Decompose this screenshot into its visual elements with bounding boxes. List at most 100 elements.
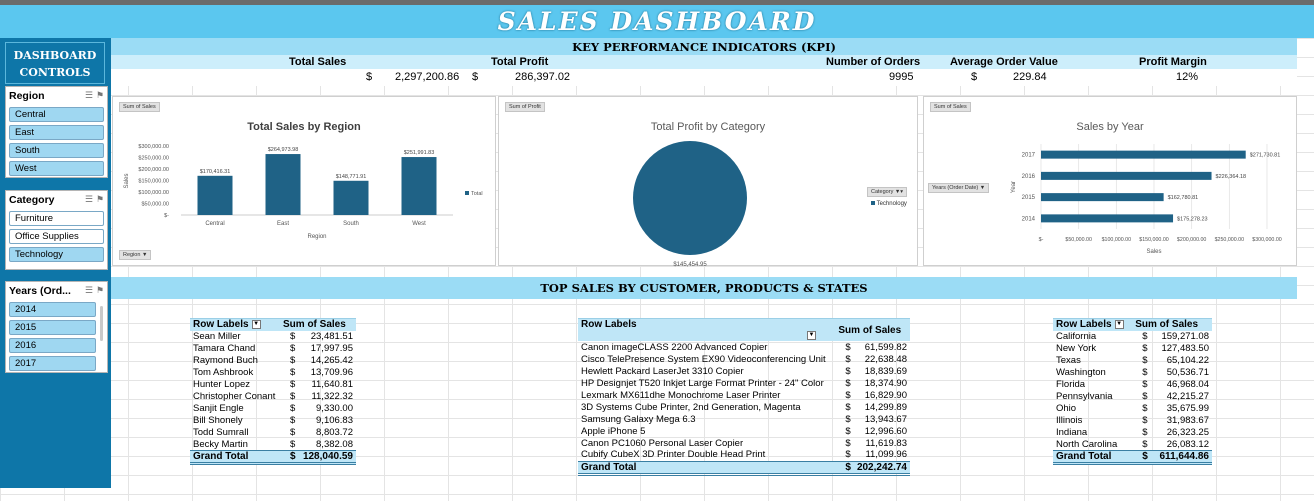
table-row[interactable]: Illinois $31,983.67 [1053,415,1212,427]
sales-value: 14,299.89 [864,401,907,413]
table-row[interactable]: Tamara Chand $17,997.95 [190,343,356,355]
kpi-header-aov: Average Order Value [950,56,1058,68]
slicer-item-west[interactable]: West [9,161,104,176]
y-tick-label: $100,000.00 [138,190,169,196]
table-row[interactable]: HP Designjet T520 Inkjet Large Format Pr… [578,377,910,389]
top-sales-title-bar: TOP SALES BY CUSTOMER, PRODUCTS & STATES [111,277,1297,299]
currency-symbol: $ [1142,403,1148,414]
slicer-item-central[interactable]: Central [9,107,104,122]
currency-symbol: $ [290,343,296,354]
years-slicer-scrollbar[interactable] [100,306,103,341]
clear-filter-icon[interactable]: ⚑ [96,90,104,101]
col-label: Row Labels [581,319,637,330]
table-row[interactable]: Washington $50,536.71 [1053,367,1212,379]
currency-symbol: $ [290,331,296,342]
top-states-pivot-table: Row Labels ▼ Sum of Sales California $159,… [1053,318,1212,465]
top-customers-pivot-table: Row Labels ▼ Sum of Sales Sean Miller $23,… [190,318,356,465]
table-row[interactable]: Florida $46,968.04 [1053,379,1212,391]
pivot-col-row-labels[interactable]: Row Labels ▼ [578,318,836,341]
table-row[interactable]: Becky Martin $8,382.08 [190,439,356,451]
currency-symbol: $ [290,427,296,438]
table-row[interactable]: Tom Ashbrook $13,709.96 [190,367,356,379]
table-row[interactable]: Samsung Galaxy Mega 6.3 $13,943.67 [578,413,910,425]
kpi-header-orders: Number of Orders [826,56,921,68]
kpi-total-sales-value: 2,297,200.86 [395,71,460,83]
x-tick-label: $250,000.00 [1215,237,1245,243]
slicer-item-technology[interactable]: Technology [9,247,104,262]
slicer-item-office-supplies[interactable]: Office Supplies [9,229,104,244]
x-tick-label: $200,000.00 [1177,237,1207,243]
filter-dropdown-icon[interactable]: ▼ [251,320,261,330]
x-tick-label: Central [205,221,224,227]
table-row[interactable]: Lexmark MX611dhe Monochrome Laser Printe… [578,389,910,401]
row-label: Canon PC1060 Personal Laser Copier [581,437,744,449]
table-row[interactable]: Sean Miller $23,481.51 [190,331,356,343]
table-row[interactable]: Texas $65,104.22 [1053,355,1212,367]
table-row[interactable]: Todd Sumrall $8,803.72 [190,427,356,439]
category-filter-button[interactable]: Category ▼▾ [867,187,908,197]
kpi-header-row: Total Sales Total Profit Number of Order… [111,55,1297,69]
slicer-item-2015[interactable]: 2015 [9,320,96,335]
top-sales-title: TOP SALES BY CUSTOMER, PRODUCTS & STATES [540,281,868,295]
table-row[interactable]: Apple iPhone 5 $12,996.60 [578,425,910,437]
years-filter-button[interactable]: Years (Order Date) ▼ [928,183,990,193]
region-filter-button[interactable]: Region ▼ [119,250,152,260]
filter-dropdown-icon[interactable]: ▼ [807,330,816,340]
sales-by-region-chart[interactable]: Sum of Sales Total Sales by Region $300,… [112,96,496,266]
grand-total-currency: $ [1132,450,1153,465]
multi-select-icon[interactable]: ☰ [85,285,93,296]
currency-symbol: $ [845,413,851,425]
slicer-item-2016[interactable]: 2016 [9,338,96,353]
clear-filter-icon[interactable]: ⚑ [96,194,104,205]
pivot-col-row-labels[interactable]: Row Labels▼ [1053,318,1133,331]
table-row[interactable]: Christopher Conant $11,322.32 [190,391,356,403]
table-row[interactable]: 3D Systems Cube Printer, 2nd Generation,… [578,401,910,413]
pie-slice-technology [633,141,747,255]
kpi-profit-currency: $ [472,71,479,83]
profit-by-category-chart[interactable]: Sum of Profit Total Profit by Category $… [498,96,918,267]
region-slicer: Region ☰ ⚑ Central East South West [5,86,108,178]
filter-dropdown-icon[interactable]: ▼ [1114,320,1124,330]
table-row[interactable]: Canon imageCLASS 2200 Advanced Copier $61… [578,341,910,353]
table-row[interactable]: Ohio $35,675.99 [1053,403,1212,415]
row-label: Todd Sumrall [193,427,249,438]
slicer-item-east[interactable]: East [9,125,104,140]
pivot-col-row-labels[interactable]: Row Labels▼ [190,318,280,331]
table-row[interactable]: California $159,271.08 [1053,331,1212,343]
currency-symbol: $ [845,449,851,461]
bar-central [197,175,233,215]
table-row[interactable]: Bill Shonely $9,106.83 [190,415,356,427]
table-row[interactable]: North Carolina $26,083.12 [1053,439,1212,451]
controls-heading-line1: DASHBOARD [13,49,97,62]
row-label: New York [1056,343,1097,354]
row-label: Cubify CubeX 3D Printer Double Head Prin… [581,449,766,461]
sales-by-year-chart[interactable]: Sum of Sales Sales by Year $- $50,000.00 $… [923,96,1297,266]
table-row[interactable]: Cubify CubeX 3D Printer Double Head Prin… [578,449,910,461]
table-row[interactable]: Indiana $26,323.25 [1053,427,1212,439]
slicer-item-furniture[interactable]: Furniture [9,211,104,226]
sales-value: 14,265.42 [310,355,353,366]
table-row[interactable]: Pennsylvania $42,215.27 [1053,391,1212,403]
slicer-item-2017[interactable]: 2017 [9,356,96,371]
currency-symbol: $ [290,403,296,414]
slicer-item-south[interactable]: South [9,143,104,158]
dashboard-title: SALES DASHBOARD [497,7,817,36]
table-row[interactable]: Sanjit Engle $9,330.00 [190,403,356,415]
multi-select-icon[interactable]: ☰ [85,90,93,101]
table-row[interactable]: Cisco TelePresence System EX90 Videoconf… [578,353,910,365]
table-row[interactable]: Hunter Lopez $11,640.81 [190,379,356,391]
sales-value: 9,330.00 [316,403,353,414]
table-row[interactable]: New York $127,483.50 [1053,343,1212,355]
slicer-item-2014[interactable]: 2014 [9,302,96,317]
table-row[interactable]: Raymond Buch $14,265.42 [190,355,356,367]
sales-value: 13,943.67 [864,413,907,425]
data-label: $170,416.31 [200,169,231,175]
table-row[interactable]: Canon PC1060 Personal Laser Copier $11,61… [578,437,910,449]
row-label: 3D Systems Cube Printer, 2nd Generation,… [581,401,801,413]
dashboard-controls-heading: DASHBOARD CONTROLS [5,42,105,84]
table-row[interactable]: Hewlett Packard LaserJet 3310 Copier $18,… [578,365,910,377]
clear-filter-icon[interactable]: ⚑ [96,285,104,296]
sales-value: 17,997.95 [310,343,353,354]
years-slicer: Years (Ord... ☰ ⚑ 2014 2015 2016 2017 [5,281,108,373]
multi-select-icon[interactable]: ☰ [85,194,93,205]
